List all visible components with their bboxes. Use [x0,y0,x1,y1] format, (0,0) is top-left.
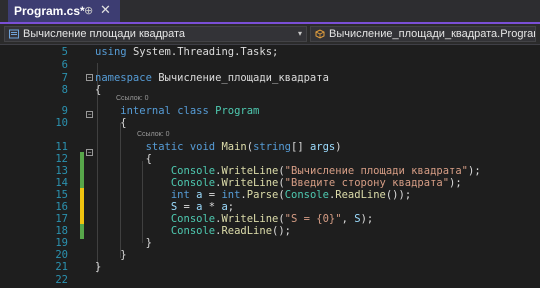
code-token: System.Threading.Tasks; [132,46,279,58]
code-token: { [95,117,127,129]
code-token: } [95,261,102,273]
code-text: { [95,116,127,131]
navigation-bar: Вычисление площади квадрата ▾ Вычисление… [0,24,540,45]
csharp-project-icon [9,29,19,39]
document-tab-bar: Program.cs* ⊕ ✕ [0,0,540,24]
tab-title: Program.cs* [14,4,85,18]
tab-program-cs[interactable]: Program.cs* ⊕ ✕ [8,0,120,22]
code-token: { [95,84,102,96]
line-number: 22 [55,274,68,286]
codelens-references[interactable]: Ссылок: 0 [137,130,170,140]
project-dropdown-label: Вычисление площади квадрата [23,28,186,40]
pin-icon[interactable]: ⊕ [84,4,93,17]
code-line[interactable]: 10 { [0,116,540,131]
line-number: 10 [55,117,68,129]
chevron-down-icon: ▾ [297,29,302,38]
code-text: { [95,83,101,98]
close-icon[interactable]: ✕ [100,3,111,18]
type-dropdown-label: Вычисление_площади_квадрата.Program [329,28,535,40]
code-token: using [95,46,133,58]
code-line[interactable]: 22 [0,273,540,288]
code-line[interactable]: 8{ [0,83,540,98]
line-number: 8 [61,84,68,96]
code-editor[interactable]: − − − Ссылок: 0 Ссылок: 0 5 using System.… [0,45,540,288]
class-icon [315,29,325,39]
project-dropdown[interactable]: Вычисление площади квадрата ▾ [4,26,307,42]
type-dropdown[interactable]: Вычисление_площади_квадрата.Program [310,26,536,42]
